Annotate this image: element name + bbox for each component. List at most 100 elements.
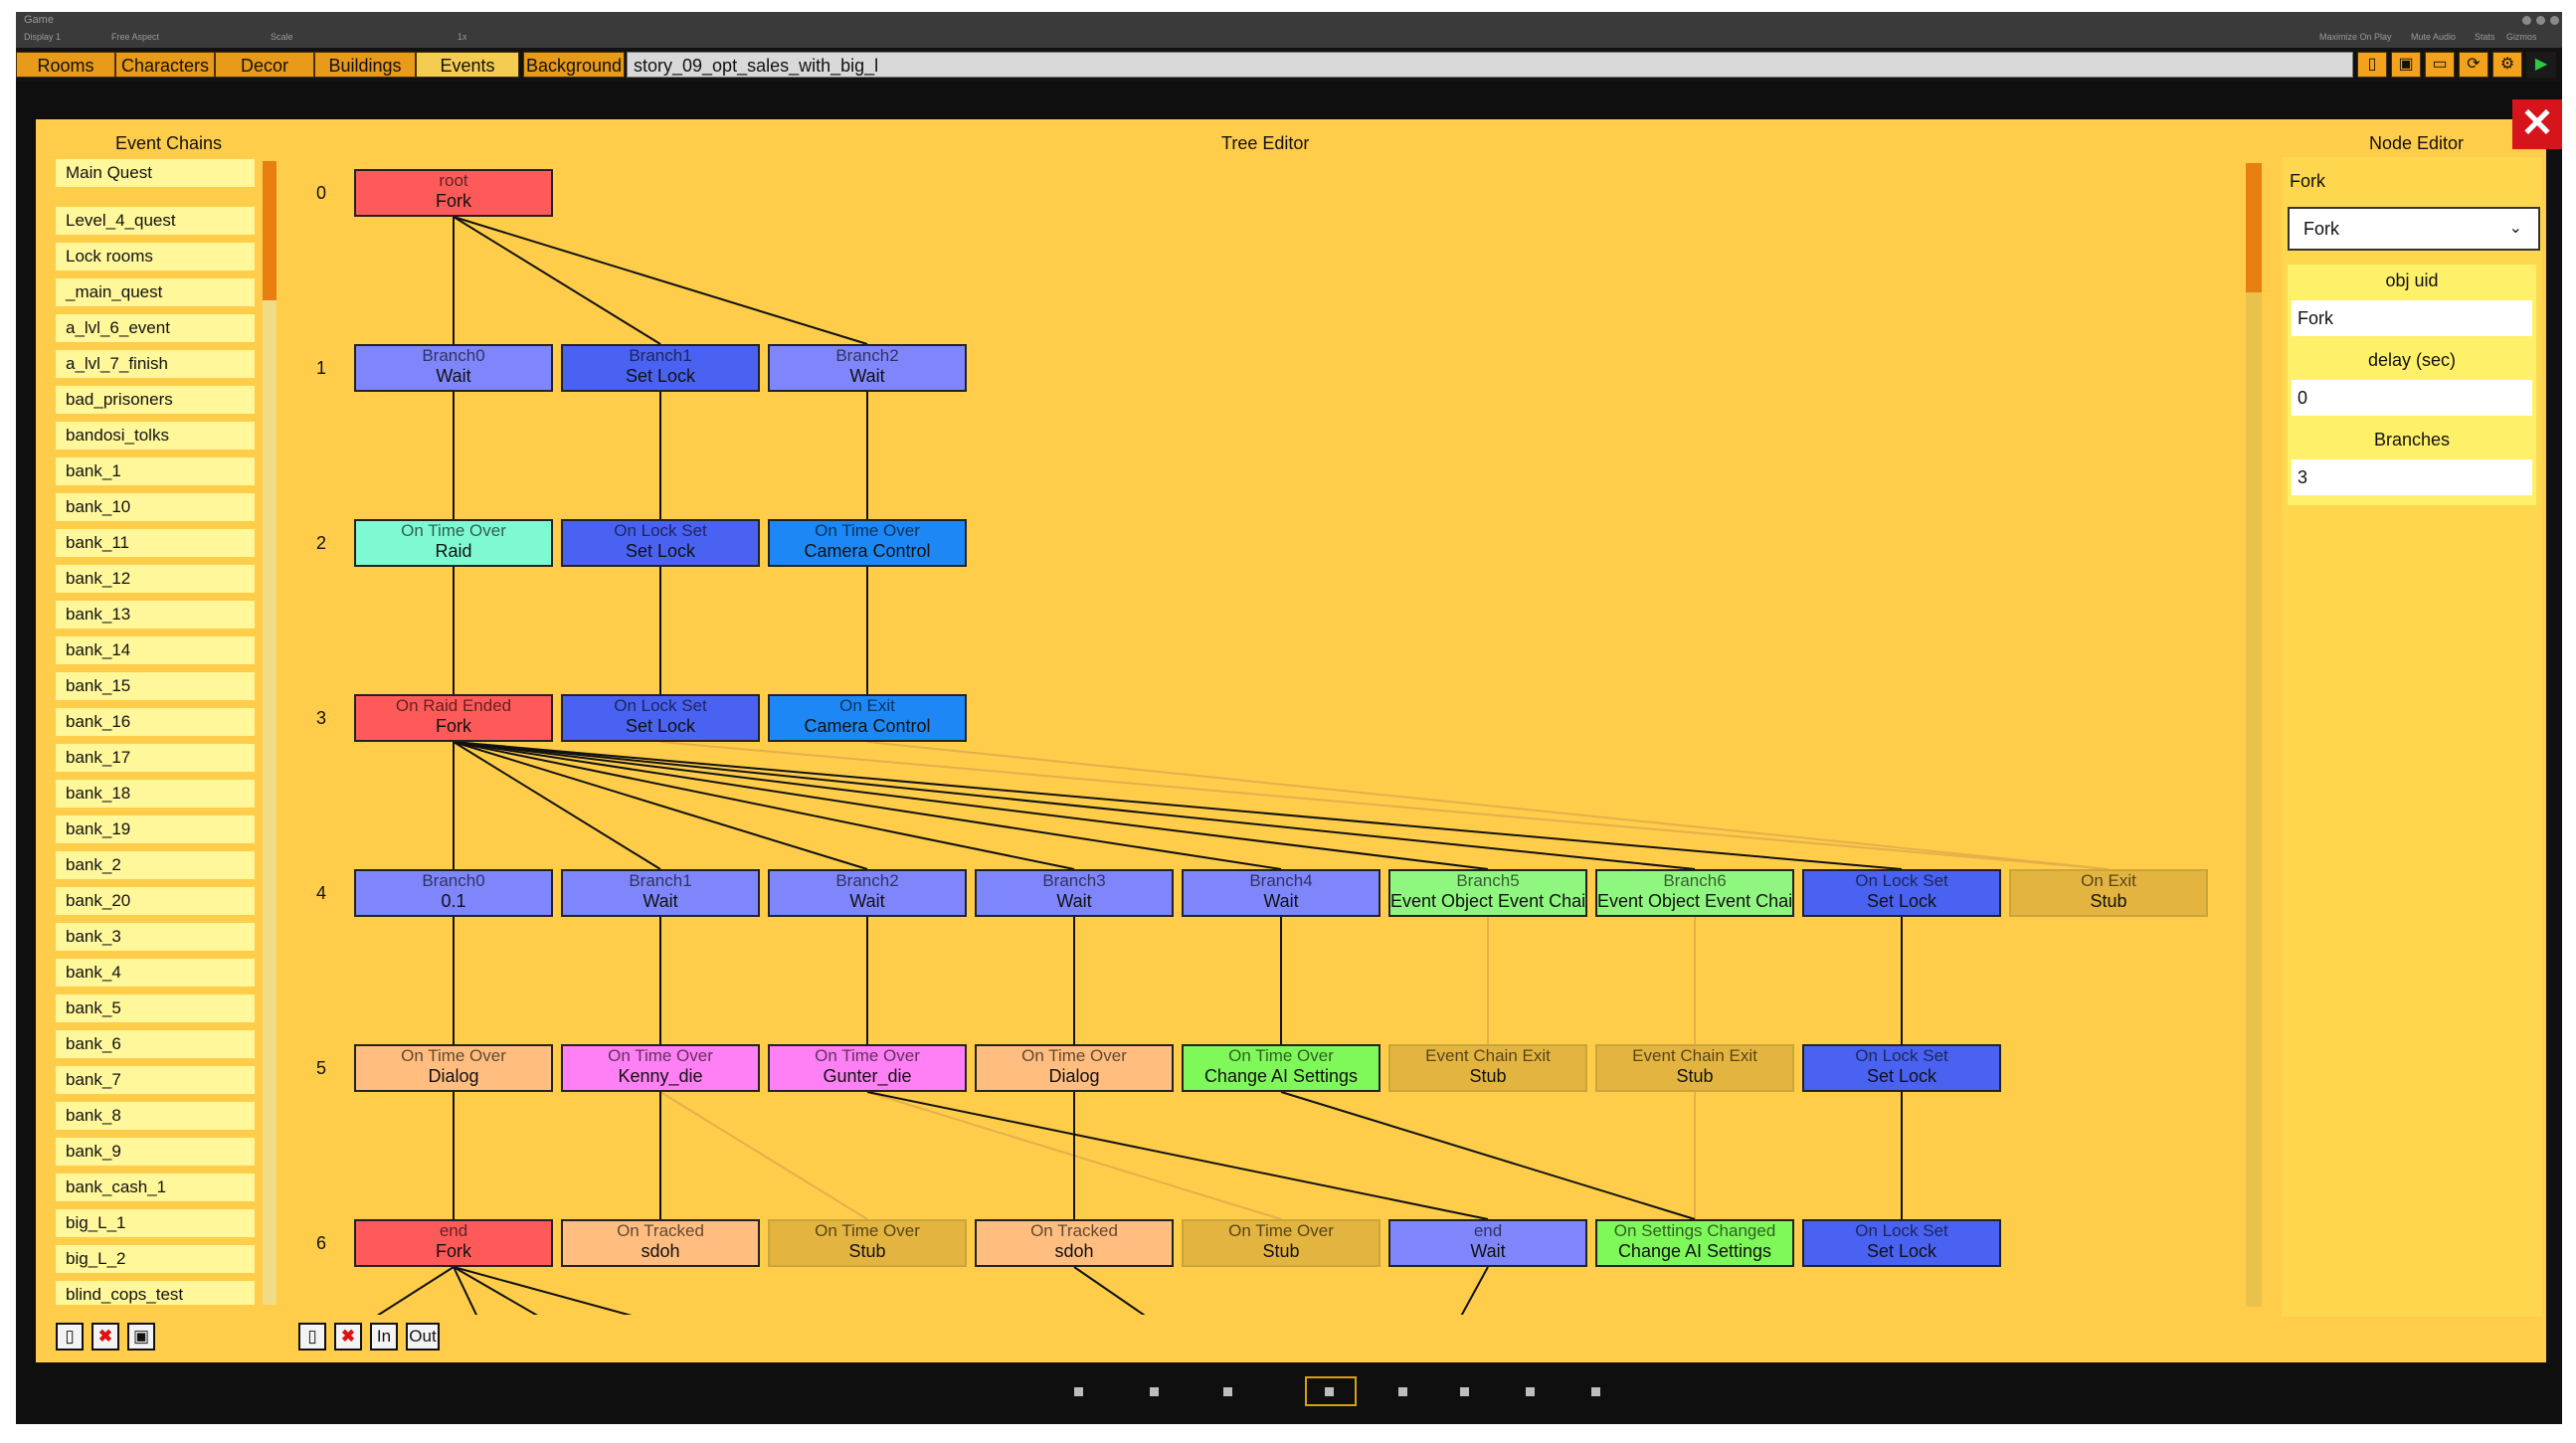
tree-node[interactable]: On Exit Camera Control (768, 694, 967, 742)
tree-node[interactable]: On Lock Set Set Lock (1802, 869, 2001, 917)
event-chain-item[interactable]: bank_15 (56, 672, 255, 700)
event-chain-item[interactable]: bad_prisoners (56, 386, 255, 414)
pager-dot[interactable] (1591, 1387, 1600, 1396)
aspect-select[interactable]: Free Aspect (111, 32, 159, 42)
event-chain-item[interactable]: bank_14 (56, 636, 255, 664)
event-chain-item[interactable]: bank_18 (56, 780, 255, 808)
event-chain-item[interactable]: Lock rooms (56, 243, 255, 271)
new-chain-button[interactable]: ▯ (56, 1323, 84, 1351)
display-select[interactable]: Display 1 (24, 32, 61, 42)
event-chain-item[interactable]: bank_8 (56, 1102, 255, 1130)
chain-list-scroll-thumb[interactable] (263, 161, 276, 300)
close-button[interactable]: ✕ (2512, 99, 2562, 149)
tree-node[interactable]: On Time Over Dialog (975, 1044, 1174, 1092)
tree-node[interactable]: On Time Over Gunter_die (768, 1044, 967, 1092)
event-chain-item[interactable]: big_L_2 (56, 1245, 255, 1273)
tree-node[interactable]: Branch4 Wait (1182, 869, 1380, 917)
save-chain-button[interactable]: ▣ (127, 1323, 155, 1351)
tree-node[interactable]: On Tracked sdoh (561, 1219, 760, 1267)
window-control-icon[interactable] (2550, 16, 2559, 25)
tree-scrollbar[interactable] (2246, 163, 2262, 1307)
tree-node[interactable]: On Settings Changed Change AI Settings (1595, 1219, 1794, 1267)
window-control-icon[interactable] (2522, 16, 2531, 25)
tree-node[interactable]: On Time Over Dialog (354, 1044, 553, 1092)
tree-node[interactable]: On Time Over Change AI Settings (1182, 1044, 1380, 1092)
tree-node[interactable]: On Tracked sdoh (975, 1219, 1174, 1267)
tab-events[interactable]: Events (416, 52, 519, 78)
event-chain-item[interactable]: a_lvl_7_finish (56, 350, 255, 378)
pager-active-frame[interactable] (1305, 1376, 1357, 1406)
event-chain-item[interactable]: bank_6 (56, 1030, 255, 1058)
event-chain-item[interactable]: blind_cops_test (56, 1281, 255, 1305)
tree-node[interactable]: On Time Over Stub (768, 1219, 967, 1267)
pager-dot[interactable] (1223, 1387, 1232, 1396)
event-chain-item[interactable]: big_L_1 (56, 1209, 255, 1237)
tree-scroll-thumb[interactable] (2246, 163, 2262, 292)
event-chain-item[interactable]: bank_2 (56, 851, 255, 879)
delay-field[interactable]: 0 (2292, 380, 2532, 416)
event-chain-item[interactable]: Level_4_quest (56, 207, 255, 235)
pager-dot[interactable] (1526, 1387, 1535, 1396)
tree-node[interactable]: Branch0 0.1 (354, 869, 553, 917)
new-node-button[interactable]: ▯ (298, 1323, 326, 1351)
event-chain-item[interactable]: bank_13 (56, 601, 255, 629)
tree-canvas[interactable]: 0 1 2 3 4 5 6 root Fork Branch0 Wait Branch1 Set Loc… (306, 161, 2266, 1315)
chain-list-scrollbar[interactable] (263, 161, 276, 1305)
event-chain-item[interactable]: bank_20 (56, 887, 255, 915)
event-chain-item[interactable]: bank_10 (56, 493, 255, 521)
mute-audio-toggle[interactable]: Mute Audio (2411, 32, 2456, 42)
tree-node[interactable]: On Time Over Raid (354, 519, 553, 567)
tree-node[interactable]: On Lock Set Set Lock (1802, 1044, 2001, 1092)
delete-chain-button[interactable]: ✖ (92, 1323, 119, 1351)
event-chain-item[interactable]: bank_12 (56, 565, 255, 593)
event-chain-item[interactable]: bank_cash_1 (56, 1173, 255, 1201)
event-chain-item[interactable]: bank_17 (56, 744, 255, 772)
tree-node[interactable]: end Wait (1388, 1219, 1587, 1267)
event-chain-item[interactable]: bank_19 (56, 815, 255, 843)
out-button[interactable]: Out (406, 1323, 440, 1351)
tree-node[interactable]: Branch0 Wait (354, 344, 553, 392)
new-file-icon[interactable]: ▯ (2357, 52, 2387, 78)
refresh-icon[interactable]: ⟳ (2459, 52, 2488, 78)
tree-node[interactable]: end Fork (354, 1219, 553, 1267)
event-chain-item[interactable]: bandosi_tolks (56, 422, 255, 450)
event-chain-item[interactable]: bank_3 (56, 923, 255, 951)
branches-field[interactable]: 3 (2292, 459, 2532, 495)
tab-decor[interactable]: Decor (215, 52, 314, 78)
event-chain-item[interactable]: _main_quest (56, 278, 255, 306)
gear-icon[interactable]: ⚙ (2492, 52, 2522, 78)
pager-dot[interactable] (1398, 1387, 1407, 1396)
story-name-field[interactable]: story_09_opt_sales_with_big_l (627, 52, 2353, 78)
tree-node[interactable]: Branch3 Wait (975, 869, 1174, 917)
in-button[interactable]: In (370, 1323, 398, 1351)
tab-background[interactable]: Background (523, 52, 625, 78)
tree-node[interactable]: root Fork (354, 169, 553, 217)
obj-uid-field[interactable]: Fork (2292, 300, 2532, 336)
event-chain-item[interactable]: bank_11 (56, 529, 255, 557)
maximize-on-play-toggle[interactable]: Maximize On Play (2319, 32, 2392, 42)
tree-node[interactable]: Branch1 Wait (561, 869, 760, 917)
tree-node[interactable]: Event Chain Exit Stub (1388, 1044, 1587, 1092)
tab-rooms[interactable]: Rooms (16, 52, 115, 78)
event-chain-item[interactable]: Main Quest (56, 159, 255, 187)
tab-characters[interactable]: Characters (115, 52, 215, 78)
tree-node[interactable]: Event Chain Exit Stub (1595, 1044, 1794, 1092)
window-control-icon[interactable] (2536, 16, 2545, 25)
tree-node[interactable]: On Raid Ended Fork (354, 694, 553, 742)
event-chain-item[interactable]: bank_5 (56, 994, 255, 1022)
tree-node[interactable]: Branch2 Wait (768, 869, 967, 917)
pager-dot[interactable] (1460, 1387, 1469, 1396)
pager-dot[interactable] (1150, 1387, 1159, 1396)
pager-dot[interactable] (1074, 1387, 1083, 1396)
tree-node[interactable]: Branch1 Set Lock (561, 344, 760, 392)
tree-node[interactable]: On Time Over Kenny_die (561, 1044, 760, 1092)
event-chain-item[interactable]: a_lvl_6_event (56, 314, 255, 342)
gizmos-toggle[interactable]: Gizmos (2506, 32, 2537, 42)
scale-value[interactable]: 1x (458, 32, 467, 42)
event-chain-item[interactable]: bank_7 (56, 1066, 255, 1094)
tree-node[interactable]: On Lock Set Set Lock (561, 519, 760, 567)
play-icon[interactable]: ▶ (2526, 52, 2556, 78)
event-chain-item[interactable]: bank_1 (56, 457, 255, 485)
save-icon[interactable]: ▣ (2391, 52, 2421, 78)
tab-buildings[interactable]: Buildings (314, 52, 416, 78)
